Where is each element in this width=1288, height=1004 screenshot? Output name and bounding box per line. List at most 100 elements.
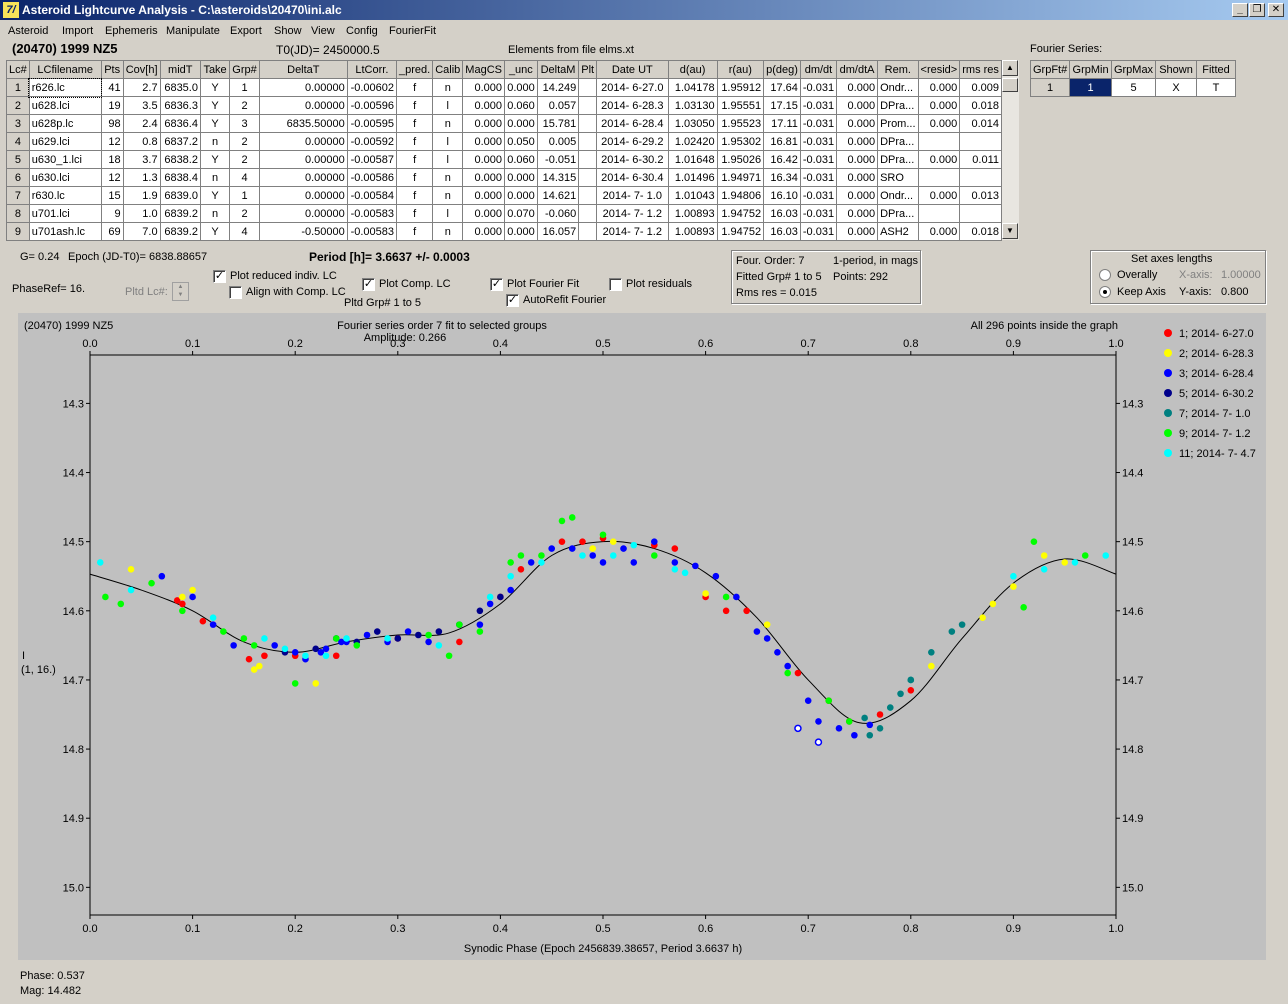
table-cell[interactable]: 1.00893: [667, 222, 718, 241]
table-cell[interactable]: 0.000: [462, 78, 505, 97]
table-cell[interactable]: [578, 96, 598, 115]
column-header[interactable]: Take: [199, 60, 231, 79]
table-cell[interactable]: 0.000: [462, 204, 505, 223]
table-cell[interactable]: 1.95026: [716, 150, 765, 169]
table-cell[interactable]: 0.057: [536, 96, 580, 115]
table-cell[interactable]: 1.02420: [667, 132, 718, 151]
menu-asteroid[interactable]: Asteroid: [8, 25, 48, 37]
table-row[interactable]: 9 u701ash.lc 69 7.0 6839.2 Y 4 -0.50000 -0.00583…: [6, 222, 1002, 241]
table-cell[interactable]: n: [432, 186, 464, 205]
fourier-column-header[interactable]: Fitted: [1195, 60, 1237, 79]
table-cell[interactable]: 0.011: [959, 150, 1002, 169]
table-cell[interactable]: -0.060: [536, 204, 580, 223]
table-cell[interactable]: SRO: [877, 168, 919, 187]
table-cell[interactable]: 0.000: [462, 150, 505, 169]
table-cell[interactable]: l: [432, 150, 464, 169]
column-header[interactable]: Lc#: [6, 60, 30, 79]
table-cell[interactable]: 0.060: [503, 150, 538, 169]
table-cell[interactable]: 16.03: [763, 204, 801, 223]
table-cell[interactable]: 2: [229, 132, 260, 151]
fourier-column-header[interactable]: Shown: [1155, 60, 1197, 79]
table-row[interactable]: 6 u630.lci 12 1.3 6838.4 n 4 0.00000 -0.00586 f n 0…: [6, 168, 1002, 187]
row-number[interactable]: 9: [6, 222, 30, 241]
table-cell[interactable]: u701.lci: [28, 204, 102, 223]
table-row[interactable]: 2 u628.lci 19 3.5 6836.3 Y 2 0.00000 -0.00596 f l 0…: [6, 96, 1002, 115]
scroll-thumb[interactable]: [1002, 78, 1018, 92]
table-cell[interactable]: 1.95551: [716, 96, 765, 115]
table-cell[interactable]: 16.34: [763, 168, 801, 187]
table-cell[interactable]: l: [432, 132, 464, 151]
table-cell[interactable]: 2014- 6-28.3: [596, 96, 669, 115]
table-cell[interactable]: 4: [229, 168, 260, 187]
table-cell[interactable]: f: [396, 78, 434, 97]
table-cell[interactable]: 0.000: [917, 96, 961, 115]
table-cell[interactable]: f: [396, 132, 434, 151]
table-cell[interactable]: u630.lci: [28, 168, 102, 187]
menu-manipulate[interactable]: Manipulate: [166, 25, 220, 37]
table-cell[interactable]: Ondr...: [877, 78, 919, 97]
column-header[interactable]: Rem.: [877, 60, 919, 79]
table-cell[interactable]: -0.00592: [346, 132, 398, 151]
table-cell[interactable]: f: [396, 96, 434, 115]
table-cell[interactable]: -0.051: [536, 150, 580, 169]
column-header[interactable]: Grp#: [229, 60, 260, 79]
table-cell[interactable]: -0.00586: [346, 168, 398, 187]
table-row[interactable]: 5 u630_1.lci 18 3.7 6838.2 Y 2 0.00000 -0.00587 f…: [6, 150, 1002, 169]
table-cell[interactable]: 2014- 6-30.2: [596, 150, 669, 169]
table-cell[interactable]: 0.009: [959, 78, 1002, 97]
column-header[interactable]: Plt: [578, 60, 598, 79]
table-cell[interactable]: 2014- 7- 1.0: [596, 186, 669, 205]
table-cell[interactable]: 7.0: [122, 222, 161, 241]
table-cell[interactable]: 1.94971: [716, 168, 765, 187]
table-cell[interactable]: [578, 150, 598, 169]
table-cell[interactable]: 4: [229, 222, 260, 241]
table-cell[interactable]: 0.00000: [258, 78, 348, 97]
row-number[interactable]: 7: [6, 186, 30, 205]
table-cell[interactable]: 0.000: [503, 168, 538, 187]
table-cell[interactable]: 41: [100, 78, 124, 97]
table-cell[interactable]: 6837.2: [159, 132, 201, 151]
table-cell[interactable]: 16.42: [763, 150, 801, 169]
fourier-column-header[interactable]: GrpFt#: [1029, 60, 1071, 79]
table-cell[interactable]: 2014- 7- 1.2: [596, 204, 669, 223]
table-cell[interactable]: 1.94752: [716, 222, 765, 241]
table-cell[interactable]: 6836.4: [159, 114, 201, 133]
spin-down-icon[interactable]: ▼: [173, 291, 188, 299]
table-cell[interactable]: f: [396, 150, 434, 169]
table-row[interactable]: 4 u629.lci 12 0.8 6837.2 n 2 0.00000 -0.00592 f l 0…: [6, 132, 1002, 151]
table-cell[interactable]: 0.000: [917, 222, 961, 241]
table-cell[interactable]: 6835.0: [159, 78, 201, 97]
fourier-cell[interactable]: X: [1155, 78, 1197, 97]
table-cell[interactable]: DPra...: [877, 204, 919, 223]
table-cell[interactable]: 16.81: [763, 132, 801, 151]
table-cell[interactable]: 0.000: [503, 222, 538, 241]
table-cell[interactable]: 0.000: [836, 222, 879, 241]
table-cell[interactable]: [959, 204, 1002, 223]
column-header[interactable]: _pred.: [396, 60, 434, 79]
fourier-row[interactable]: 115XT: [1029, 78, 1237, 97]
plot-reduced-checkbox[interactable]: ✓: [213, 270, 226, 283]
table-cell[interactable]: 1.01043: [667, 186, 718, 205]
table-cell[interactable]: 69: [100, 222, 124, 241]
row-number[interactable]: 4: [6, 132, 30, 151]
table-cell[interactable]: n: [199, 168, 231, 187]
table-cell[interactable]: 2014- 6-29.2: [596, 132, 669, 151]
table-cell[interactable]: u629.lci: [28, 132, 102, 151]
table-cell[interactable]: 1.01496: [667, 168, 718, 187]
column-header[interactable]: Pts: [100, 60, 124, 79]
x-axis-value[interactable]: 1.00000: [1221, 269, 1261, 281]
table-cell[interactable]: -0.00587: [346, 150, 398, 169]
column-header[interactable]: d(au): [667, 60, 718, 79]
table-cell[interactable]: 1.01648: [667, 150, 718, 169]
keep-axis-radio[interactable]: [1099, 286, 1111, 298]
table-cell[interactable]: -0.00583: [346, 222, 398, 241]
table-cell[interactable]: 0.000: [503, 186, 538, 205]
table-cell[interactable]: 14.621: [536, 186, 580, 205]
table-cell[interactable]: f: [396, 222, 434, 241]
column-header[interactable]: midT: [159, 60, 201, 79]
scroll-down-icon[interactable]: ▼: [1002, 223, 1018, 239]
column-header[interactable]: LCfilename: [28, 60, 102, 79]
table-cell[interactable]: 6836.3: [159, 96, 201, 115]
lightcurve-plot-panel[interactable]: (20470) 1999 NZ5 Fourier series order 7 …: [18, 313, 1266, 960]
table-cell[interactable]: 6839.2: [159, 204, 201, 223]
